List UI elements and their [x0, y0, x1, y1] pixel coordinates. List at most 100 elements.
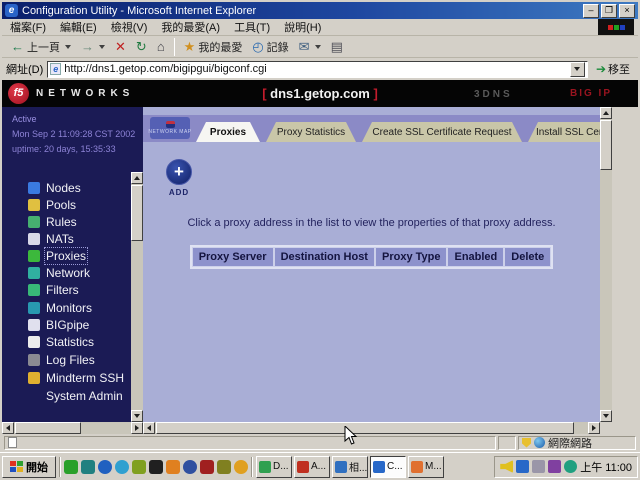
- scroll-left-button[interactable]: [143, 422, 155, 434]
- minimize-button[interactable]: –: [583, 4, 599, 18]
- taskbar-button-2[interactable]: A...: [294, 456, 330, 478]
- sidebar-item-label: BIGpipe: [46, 318, 89, 332]
- quick-launch-icon[interactable]: [149, 460, 163, 474]
- menu-item-tools[interactable]: 工具(T): [234, 19, 270, 35]
- quick-launch-icon[interactable]: [183, 460, 197, 474]
- menu-item-file[interactable]: 檔案(F): [10, 19, 46, 35]
- address-dropdown-button[interactable]: [570, 62, 585, 77]
- desktop: e Configuration Utility - Microsoft Inte…: [0, 0, 640, 480]
- sidebar-horizontal-scrollbar[interactable]: [2, 422, 143, 434]
- tab-install-ssl-certificate[interactable]: Install SSL Certif: [528, 122, 600, 142]
- scrollbar-thumb[interactable]: [15, 422, 81, 434]
- sidebar-item-nodes[interactable]: Nodes: [28, 181, 81, 195]
- address-input[interactable]: e http://dns1.getop.com/bigipgui/bigconf…: [47, 61, 588, 78]
- mail-button[interactable]: ✉: [294, 37, 326, 57]
- system-status: Active Mon Sep 2 11:09:28 CST 2002 uptim…: [12, 112, 135, 157]
- refresh-icon: ↻: [136, 40, 147, 54]
- back-button[interactable]: ← 上一頁: [6, 37, 76, 57]
- scroll-up-button[interactable]: [131, 172, 143, 184]
- tab-proxies[interactable]: Proxies: [196, 122, 260, 142]
- sidebar-item-proxies[interactable]: Proxies: [28, 249, 86, 263]
- home-button[interactable]: ⌂: [152, 37, 170, 57]
- scroll-up-button[interactable]: [600, 107, 612, 119]
- menu-item-edit[interactable]: 編輯(E): [60, 19, 97, 35]
- menu-item-help[interactable]: 說明(H): [284, 19, 321, 35]
- taskbar-button-1[interactable]: D...: [256, 456, 292, 478]
- quick-launch-icon[interactable]: [166, 460, 180, 474]
- quick-launch-icon[interactable]: [115, 460, 129, 474]
- print-button[interactable]: ▤: [326, 37, 348, 57]
- close-button[interactable]: ×: [619, 4, 635, 18]
- scroll-left-button[interactable]: [2, 422, 14, 434]
- system-admin-icon: [28, 390, 40, 402]
- scroll-down-button[interactable]: [131, 410, 143, 422]
- sidebar-item-system-admin[interactable]: System Admin: [28, 389, 123, 403]
- mail-dropdown-icon[interactable]: [315, 45, 321, 49]
- sidebar-item-log-files[interactable]: Log Files: [28, 353, 95, 367]
- sidebar-item-nats[interactable]: NATs: [28, 232, 74, 246]
- taskbar-button-3[interactable]: 相...: [332, 456, 368, 478]
- windows-logo-icon: [10, 461, 23, 472]
- sidebar-item-rules[interactable]: Rules: [28, 215, 77, 229]
- content-vertical-scrollbar[interactable]: [600, 107, 612, 422]
- history-button[interactable]: ◴ 記錄: [247, 37, 293, 57]
- status-zone-panel: 網際網路: [518, 436, 636, 450]
- refresh-button[interactable]: ↻: [131, 37, 152, 57]
- volume-icon[interactable]: [500, 460, 513, 473]
- go-button[interactable]: ➔ 移至: [592, 60, 634, 78]
- forward-button[interactable]: →: [76, 37, 110, 57]
- taskbar-button-4-active[interactable]: C...: [370, 456, 406, 478]
- clock[interactable]: 上午 11:00: [580, 459, 632, 475]
- network-map-button[interactable]: NETWORK MAP: [150, 117, 190, 139]
- title-bar[interactable]: e Configuration Utility - Microsoft Inte…: [2, 2, 638, 19]
- quick-launch-icon[interactable]: [98, 460, 112, 474]
- address-url[interactable]: http://dns1.getop.com/bigipgui/bigconf.c…: [64, 63, 567, 75]
- sidebar-item-pools[interactable]: Pools: [28, 198, 76, 212]
- sidebar-item-label: Network: [46, 266, 90, 280]
- column-header-proxy-server: Proxy Server: [193, 248, 273, 266]
- taskbar-divider: [251, 457, 253, 477]
- filters-icon: [28, 284, 40, 296]
- sidebar-item-mindterm-ssh[interactable]: Mindterm SSH: [28, 371, 124, 385]
- tray-icon[interactable]: [548, 460, 561, 473]
- tab-proxy-statistics[interactable]: Proxy Statistics: [266, 122, 356, 142]
- start-button[interactable]: 開始: [2, 456, 56, 478]
- sidebar-item-label: Monitors: [46, 301, 92, 315]
- favorites-button[interactable]: ★ 我的最愛: [179, 37, 248, 57]
- add-button[interactable]: +: [166, 159, 192, 185]
- scrollbar-thumb[interactable]: [131, 185, 143, 241]
- sidebar-item-label: Filters: [46, 283, 79, 297]
- scroll-right-button[interactable]: [588, 422, 600, 434]
- tray-icon[interactable]: [516, 460, 529, 473]
- menu-item-favorites[interactable]: 我的最愛(A): [161, 19, 220, 35]
- quick-launch-icon[interactable]: [217, 460, 231, 474]
- tray-icon[interactable]: [532, 460, 545, 473]
- scroll-down-button[interactable]: [600, 410, 612, 422]
- page-favicon-icon: e: [50, 63, 61, 75]
- quick-launch-icon[interactable]: [234, 460, 248, 474]
- quick-launch-icon[interactable]: [200, 460, 214, 474]
- sidebar-item-bigpipe[interactable]: BIGpipe: [28, 318, 89, 332]
- back-dropdown-icon[interactable]: [65, 45, 71, 49]
- quick-launch-icon[interactable]: [64, 460, 78, 474]
- sidebar-item-monitors[interactable]: Monitors: [28, 301, 92, 315]
- stop-button[interactable]: ✕: [110, 37, 131, 57]
- menu-item-view[interactable]: 檢視(V): [111, 19, 148, 35]
- sidebar-item-statistics[interactable]: Statistics: [28, 335, 94, 349]
- maximize-button[interactable]: ❐: [601, 4, 617, 18]
- taskbar-button-5[interactable]: M...: [408, 456, 444, 478]
- scrollbar-thumb[interactable]: [156, 422, 574, 434]
- scroll-right-button[interactable]: [131, 422, 143, 434]
- app-icon: [297, 461, 309, 473]
- sidebar-vertical-scrollbar[interactable]: [131, 172, 143, 422]
- content-horizontal-scrollbar[interactable]: [143, 422, 600, 434]
- quick-launch-icon[interactable]: [132, 460, 146, 474]
- tab-create-ssl-certificate-request[interactable]: Create SSL Certificate Request: [362, 122, 522, 142]
- address-label: 網址(D): [6, 61, 43, 77]
- scrollbar-thumb[interactable]: [600, 120, 612, 170]
- sidebar-item-network[interactable]: Network: [28, 266, 90, 280]
- forward-dropdown-icon[interactable]: [99, 45, 105, 49]
- tray-icon[interactable]: [564, 460, 577, 473]
- sidebar-item-filters[interactable]: Filters: [28, 283, 79, 297]
- quick-launch-icon[interactable]: [81, 460, 95, 474]
